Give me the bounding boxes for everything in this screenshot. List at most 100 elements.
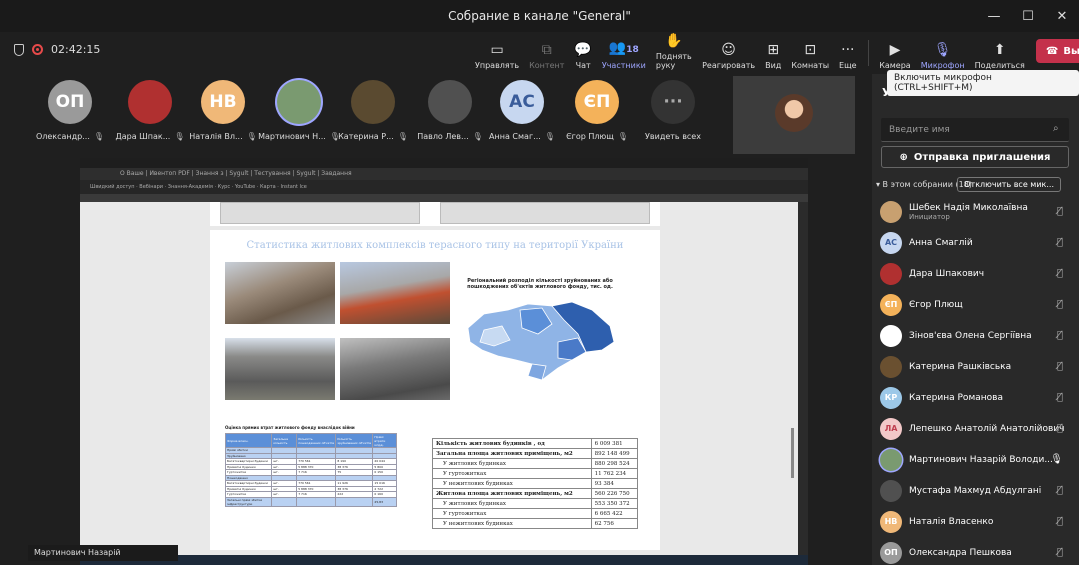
hand-icon: ✋ (665, 33, 683, 49)
participant-search-input[interactable] (881, 118, 1069, 142)
send-invite-button[interactable]: ⊕ Отправка приглашения (881, 146, 1069, 168)
button-label: Участники (601, 61, 646, 70)
share-button[interactable]: ⬆ Поделиться (970, 34, 1030, 70)
in-meeting-section[interactable]: ▾ В этом собрании (18) Отключить все мик… (872, 174, 1079, 194)
mute-all-button[interactable]: Отключить все мик... (957, 176, 1061, 192)
participant-row[interactable]: Дара Шпакович 🎙̸ (872, 258, 1079, 289)
strip-participant[interactable]: АС Анна Смаг... 🎙 (482, 80, 562, 141)
rooms-button[interactable]: ⊡ Комнаты (786, 34, 834, 70)
close-button[interactable]: ✕ (1045, 9, 1079, 24)
participant-name: Катерина Рашківська (909, 361, 1012, 372)
participant-row[interactable]: Шебек Надія Миколаївна Инициатор 🎙̸ (872, 196, 1079, 227)
avatar: АС (500, 80, 544, 124)
avatar: КР (880, 386, 902, 409)
pdf-scrollbar[interactable] (791, 428, 794, 478)
strip-participant[interactable]: Дара Шпак... 🎙 (110, 80, 190, 141)
maximize-button[interactable]: ☐ (1011, 9, 1045, 24)
participant-row[interactable]: Зінов'єва Олена Сергіївна 🎙̸ (872, 320, 1079, 351)
participant-row[interactable]: АС Анна Смаглій 🎙̸ (872, 227, 1079, 258)
browser-tabs (80, 158, 808, 168)
avatar: ЄП (880, 293, 902, 316)
participant-row[interactable]: ЛА Лепешко Анатолій Анатолійович 🎙̸ (872, 413, 1079, 444)
map-title: Регіональний розподіл кількості зруйнова… (467, 278, 613, 290)
view-button[interactable]: ⊞ Вид (760, 34, 786, 70)
button-label: Вид (765, 61, 782, 70)
photo-burning-building (340, 262, 450, 324)
mic-muted-icon: 🎙 (617, 132, 628, 141)
participant-name: Шебек Надія Миколаївна (909, 202, 1028, 213)
table-row: Кількість житлових будинків , од 6 009 38… (432, 438, 639, 449)
strip-participant[interactable]: ОП Олександр... 🎙 (30, 80, 110, 141)
mic-muted-icon: 🎙 (544, 132, 555, 141)
participant-name: Олександр... (35, 132, 90, 141)
participant-row[interactable]: ОП Олександра Пешкова 🎙̸ (872, 537, 1079, 565)
chat-button[interactable]: 💬 Чат (569, 34, 596, 70)
table-header-row: Форма власн. Загальна кількість Кількість … (224, 433, 397, 448)
participant-row[interactable]: Мартинович Назарій Володи... 🎙 (872, 444, 1079, 475)
stat-value: 6 009 381 (590, 438, 639, 449)
participant-info: Лепешко Анатолій Анатолійович (909, 424, 1064, 434)
ukraine-map: Регіональний розподіл кількості зруйнова… (460, 278, 620, 398)
camera-button[interactable]: ▶ Камера (874, 34, 916, 70)
button-label: Камера (879, 61, 911, 70)
browser-side-panel (798, 202, 808, 555)
participants-button[interactable]: 👥18 Участники (597, 34, 651, 70)
minimize-button[interactable]: — (977, 9, 1011, 24)
self-video-person (775, 94, 813, 132)
raise-hand-button[interactable]: ✋ Поднять руку (651, 33, 697, 70)
mic-muted-icon: 🎙̸ (1056, 268, 1063, 279)
participant-name-row: Мартинович Н... 🎙 (258, 132, 340, 141)
meeting-status: 02:42:15 (14, 43, 100, 56)
content-button[interactable]: ⧉ Контент (524, 34, 569, 70)
participant-name-row: Єгор Плющ 🎙 (566, 132, 628, 141)
button-label: Поднять руку (655, 52, 692, 70)
leave-main[interactable]: ☎ Выйти (1036, 46, 1079, 57)
strip-participant[interactable]: НВ Наталія Вл... 🎙 (183, 80, 263, 141)
avatar (880, 448, 902, 471)
button-label: Реагировать (702, 61, 756, 70)
participant-info: Наталія Власенко (909, 517, 993, 527)
people-icon: 👥18 (609, 40, 639, 58)
participant-name: Лепешко Анатолій Анатолійович (909, 423, 1065, 434)
avatar (277, 80, 321, 124)
share-icon: ⬆ (993, 42, 1006, 58)
participant-name-row: Олександр... 🎙 (36, 132, 104, 141)
participant-info: Катерина Романова (909, 393, 1003, 403)
participant-row[interactable]: Мустафа Махмуд Абдулгані 🎙̸ (872, 475, 1079, 506)
participant-name: Олександра Пешкова (909, 547, 1012, 558)
see-all-participants[interactable]: ··· Увидеть всех (633, 80, 713, 141)
participant-row[interactable]: НВ Наталія Власенко 🎙̸ (872, 506, 1079, 537)
participant-role: Инициатор (909, 212, 950, 221)
participant-count: 18 (626, 45, 639, 55)
microphone-button[interactable]: 🎙 Микрофон (916, 34, 970, 70)
participant-name-row: Павло Лев... 🎙 (417, 132, 483, 141)
toolbar-buttons: ▭ Управлять ⧉ Контент 💬 Чат 👥18 Участники ✋ П… (470, 33, 1079, 70)
more-button[interactable]: ··· Еще (834, 34, 862, 70)
sketch-image (440, 202, 650, 224)
strip-participant[interactable]: Мартинович Н... 🎙 (258, 80, 340, 141)
button-label: Поделиться (974, 61, 1025, 70)
stat-label: У нежитлових будинках (432, 518, 592, 529)
strip-participant[interactable]: ЄП Єгор Плющ 🎙 (557, 80, 637, 141)
invite-icon: ⊕ (899, 151, 908, 163)
share-control-button[interactable]: ▭ Управлять (470, 34, 524, 70)
table-row: Загальні прямі збитки інфраструктури 25,8… (224, 496, 397, 507)
participant-row[interactable]: ЄП Єгор Плющ 🎙̸ (872, 289, 1079, 320)
losses-table-caption: Оцінка прямих втрат житлового фонду внас… (225, 425, 355, 430)
meeting-timer: 02:42:15 (51, 43, 101, 56)
participants-panel: Участники ✕ ⌕ ⊕ Отправка приглашения ▾ В… (872, 74, 1079, 565)
leave-button[interactable]: ☎Выйти ⌄ (1035, 39, 1079, 63)
stat-value: 11 762 234 (590, 468, 639, 479)
strip-participant[interactable]: Павло Лев... 🎙 (410, 80, 490, 141)
avatar: НВ (880, 510, 902, 533)
react-button[interactable]: ☺ Реагировать (697, 34, 760, 70)
participant-row[interactable]: Катерина Рашківська 🎙̸ (872, 351, 1079, 382)
participant-row[interactable]: КР Катерина Романова 🎙̸ (872, 382, 1079, 413)
strip-participant[interactable]: Катерина Р... 🎙 (333, 80, 413, 141)
mic-muted-icon: 🎙̸ (1056, 423, 1063, 434)
participant-name: Мустафа Махмуд Абдулгані (909, 485, 1042, 496)
mic-on-icon: 🎙 (1050, 454, 1063, 465)
participant-name: Наталія Власенко (909, 516, 994, 527)
table-cell: Багатоквартирні будинки (224, 480, 273, 487)
avatar (428, 80, 472, 124)
